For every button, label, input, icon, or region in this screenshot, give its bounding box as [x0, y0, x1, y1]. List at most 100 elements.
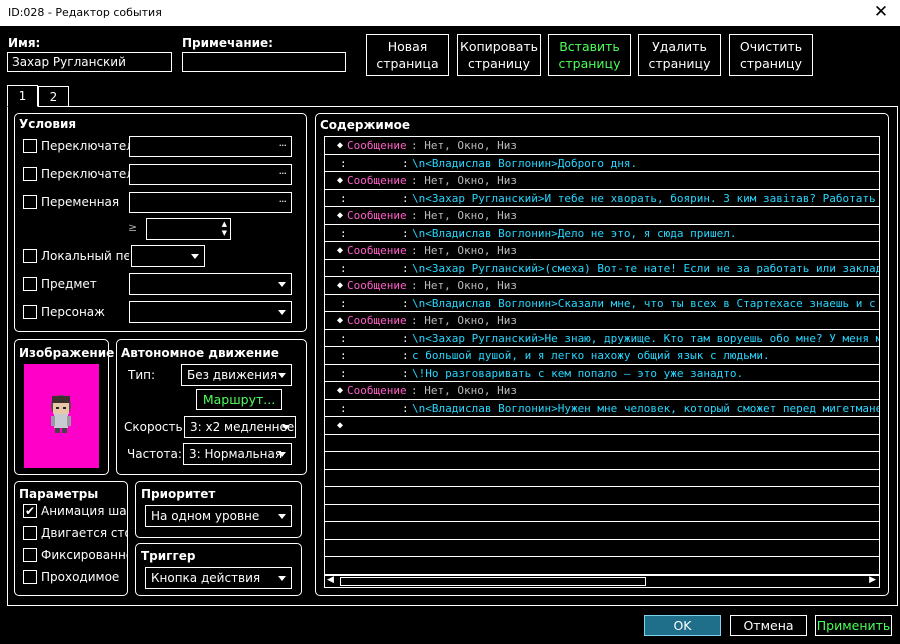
spinner-arrows-icon[interactable]: ▲ ▼: [222, 220, 227, 238]
switch2-field[interactable]: ···: [129, 164, 292, 185]
table-row[interactable]: [325, 557, 879, 574]
table-row[interactable]: ◆ Сообщение: Нет, Окно, Низ: [325, 312, 879, 330]
move-type-combo[interactable]: Без движения: [181, 364, 292, 386]
character-image[interactable]: [24, 364, 99, 468]
text-colon: :: [402, 349, 409, 362]
actor-label: Персонаж: [41, 305, 105, 319]
new-page-button[interactable]: Новая страница: [366, 34, 449, 76]
options-title: Параметры: [19, 487, 99, 501]
variable-value-spinner[interactable]: ▲ ▼: [146, 218, 231, 240]
message-text: \n<Захар Ругланский>Не знаю, дружище. Кт…: [412, 331, 879, 345]
actor-combo[interactable]: [129, 301, 292, 323]
move-type-chevron-down-icon: [278, 373, 286, 378]
table-row[interactable]: [325, 540, 879, 557]
table-row[interactable]: ◆ Сообщение: Нет, Окно, Низ: [325, 172, 879, 190]
item-checkbox[interactable]: [23, 277, 37, 291]
self-switch-checkbox[interactable]: [23, 249, 37, 263]
command-args: : Нет, Окно, Низ: [411, 139, 517, 152]
walk-anim-checkbox[interactable]: ✔: [23, 504, 37, 518]
actor-checkbox[interactable]: [23, 305, 37, 319]
apply-button[interactable]: Применить: [815, 615, 892, 636]
scrollbar-thumb[interactable]: [340, 577, 646, 586]
table-row[interactable]: ◆ Сообщение: Нет, Окно, Низ: [325, 277, 879, 295]
variable-checkbox[interactable]: [23, 195, 37, 209]
switch1-field[interactable]: ···: [129, 136, 292, 157]
indent-colon: :: [340, 349, 347, 362]
table-row[interactable]: ◆ Сообщение : Нет, Окно, Низ: [325, 137, 879, 155]
name-label: Имя:: [8, 36, 41, 50]
table-row[interactable]: [325, 435, 879, 452]
trigger-title: Триггер: [141, 549, 196, 563]
indent-colon: :: [340, 331, 347, 345]
scroll-left-icon[interactable]: ◀: [327, 575, 334, 585]
clear-page-label-1: Очистить: [739, 39, 803, 54]
command-args: : Нет, Окно, Низ: [411, 384, 517, 397]
table-row[interactable]: [325, 522, 879, 540]
speed-label: Скорость:: [124, 420, 187, 434]
copy-page-label-1: Копировать: [459, 39, 539, 54]
text-colon: :: [402, 366, 409, 380]
item-combo[interactable]: [129, 273, 292, 295]
tab-page-1[interactable]: 1: [7, 85, 38, 107]
trigger-value: Кнопка действия: [151, 571, 261, 585]
table-row[interactable]: ◆ Сообщение: Нет, Окно, Низ: [325, 207, 879, 225]
message-text: \n<Владислав Воглонин>Доброго дня.: [412, 156, 638, 170]
route-button[interactable]: Маршрут...: [196, 389, 282, 410]
delete-page-button[interactable]: Удалить страницу: [638, 34, 721, 76]
table-row[interactable]: :: \n<Владислав Воглонин>Дело не это, я с…: [325, 225, 879, 242]
table-row[interactable]: ◆: [325, 417, 879, 435]
table-row[interactable]: [325, 470, 879, 487]
table-row[interactable]: [325, 505, 879, 522]
speed-combo[interactable]: 3: x2 медленнее: [184, 416, 296, 438]
command-name: Сообщение: [347, 139, 407, 152]
conditions-title: Условия: [19, 117, 77, 131]
name-input[interactable]: Захар Ругланский: [7, 52, 172, 72]
table-row[interactable]: :: \!Но разговаривать с кем попало — это …: [325, 365, 879, 382]
table-row[interactable]: ◆ Сообщение: Нет, Окно, Низ: [325, 382, 879, 400]
table-row[interactable]: :: \n<Захар Ругланский>Не знаю, дружище. …: [325, 330, 879, 347]
tab-page-2[interactable]: 2: [38, 86, 69, 106]
step-anim-checkbox[interactable]: [23, 526, 37, 540]
note-input[interactable]: [182, 52, 346, 72]
scroll-right-icon[interactable]: ▶: [869, 575, 876, 585]
copy-page-button[interactable]: Копировать страницу: [457, 34, 541, 76]
end-marker-icon: ◆: [337, 420, 344, 431]
switch1-checkbox[interactable]: [23, 139, 37, 153]
table-row[interactable]: :: \n<Владислав Воглонин>Доброго дня.: [325, 155, 879, 172]
indent-colon: :: [340, 261, 347, 275]
dir-fix-checkbox[interactable]: [23, 548, 37, 562]
self-switch-combo[interactable]: [131, 245, 205, 267]
close-icon[interactable]: ✕: [872, 2, 890, 22]
trigger-combo[interactable]: Кнопка действия: [145, 567, 292, 589]
command-name: Сообщение: [347, 244, 407, 257]
new-page-label-2: страница: [376, 56, 439, 71]
text-colon: :: [402, 156, 409, 170]
frequency-combo[interactable]: 3: Нормальная: [183, 443, 292, 465]
self-switch-label: Локальный переключатель: [41, 249, 129, 263]
switch2-checkbox[interactable]: [23, 167, 37, 181]
horizontal-scrollbar[interactable]: ◀ ▶: [324, 575, 880, 588]
clear-page-button[interactable]: Очистить страницу: [729, 34, 813, 76]
table-row[interactable]: :: \n<Захар Ругланский>(смеха) Вот-те нат…: [325, 260, 879, 277]
table-row[interactable]: ::с большой душой, и я легко нахожу общи…: [325, 347, 879, 365]
variable-dots-icon: ···: [278, 195, 287, 208]
table-row[interactable]: :: \n<Захар Ругланский>И тебе не хворать,…: [325, 190, 879, 207]
table-row[interactable]: :: \n<Владислав Воглонин>Нужен мне челове…: [325, 400, 879, 417]
table-row[interactable]: ◆ Сообщение: Нет, Окно, Низ: [325, 242, 879, 260]
paste-page-button[interactable]: Вставить страницу: [548, 34, 631, 76]
command-marker-icon: ◆: [337, 140, 344, 151]
priority-combo[interactable]: На одном уровне: [145, 505, 292, 527]
command-name: Сообщение: [347, 279, 407, 292]
through-checkbox[interactable]: [23, 570, 37, 584]
table-row[interactable]: [325, 452, 879, 470]
variable-field[interactable]: ···: [129, 192, 292, 213]
table-row[interactable]: [325, 487, 879, 505]
cancel-button[interactable]: Отмена: [730, 615, 807, 636]
indent-colon: :: [340, 401, 347, 415]
actor-chevron-down-icon: [278, 310, 286, 315]
switch2-dots-icon: ···: [278, 167, 287, 180]
event-command-list[interactable]: ◆ Сообщение: Нет, Окно, Низ:: \n<Владислав…: [324, 136, 880, 575]
ok-button[interactable]: OK: [644, 615, 721, 636]
variable-label: Переменная: [41, 195, 120, 209]
table-row[interactable]: :: \n<Владислав Воглонин>Сказали мне, что…: [325, 295, 879, 312]
